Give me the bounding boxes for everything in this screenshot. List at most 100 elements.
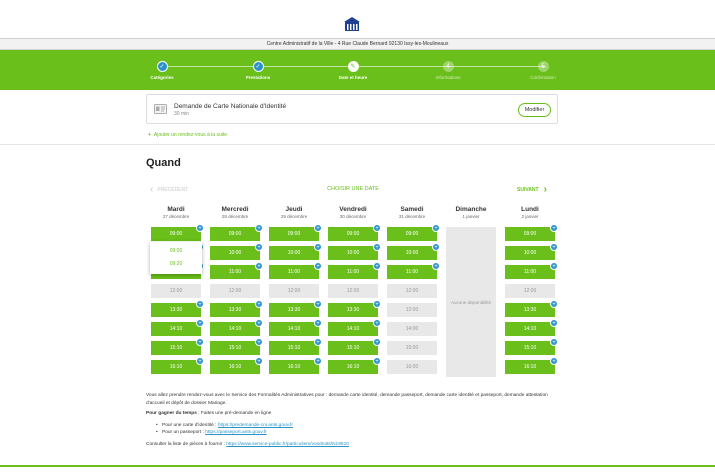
id-card-icon — [154, 104, 167, 114]
expand-plus-icon[interactable]: + — [314, 319, 322, 327]
time-slot-unavailable: 12:00 — [505, 284, 555, 298]
expand-plus-icon[interactable]: + — [550, 319, 558, 327]
expand-plus-icon[interactable]: + — [314, 224, 322, 232]
time-slot-button[interactable]: 09:00 + — [505, 224, 558, 241]
time-slot-button[interactable]: 15:10 + — [328, 338, 381, 355]
time-slot-button[interactable]: 11:00 + — [387, 262, 440, 279]
expand-plus-icon[interactable]: + — [550, 338, 558, 346]
time-slot-button[interactable]: 16:10 + — [210, 357, 263, 374]
step-label: Informations — [435, 75, 461, 80]
expand-plus-icon[interactable]: + — [255, 338, 263, 346]
slot-time: 12:00 — [405, 288, 419, 294]
step-label: Date et heure — [338, 75, 368, 80]
time-slot-button[interactable]: 09:00 + — [387, 224, 440, 241]
expand-plus-icon[interactable]: + — [314, 357, 322, 365]
time-slot-button[interactable]: 09:00 + — [269, 224, 322, 241]
time-slot-button[interactable]: 09:00 + — [210, 224, 263, 241]
slot-time: 14:10 — [523, 326, 537, 332]
time-slot-button[interactable]: 15:10 + — [269, 338, 322, 355]
slot-time: 12:00 — [228, 288, 242, 294]
time-slot-button[interactable]: 11:00 + — [269, 262, 322, 279]
expand-plus-icon[interactable]: + — [432, 262, 440, 270]
info-section: Vous allez prendre rendez-vous avec le S… — [146, 392, 566, 451]
time-slot-button[interactable]: 14:10 + — [505, 319, 558, 336]
expand-plus-icon[interactable]: + — [373, 338, 381, 346]
time-slot-button[interactable]: 14:10 + — [151, 319, 204, 336]
time-option[interactable]: 09:20 — [150, 258, 202, 271]
expand-plus-icon[interactable]: + — [255, 224, 263, 232]
time-slot-button[interactable]: 10:00 + — [505, 243, 558, 260]
time-slot-button[interactable]: 14:10 + — [210, 319, 263, 336]
time-slot-button[interactable]: 13:30 + — [151, 300, 204, 317]
time-slot-button[interactable]: 13:30 + — [328, 300, 381, 317]
time-slot-button[interactable]: 16:10 + — [328, 357, 381, 374]
passport-link[interactable]: https://passeport.ants.gouv.fr — [205, 430, 267, 435]
slot-time: 10:00 — [287, 250, 301, 256]
expand-plus-icon[interactable]: + — [550, 357, 558, 365]
time-slot-button[interactable]: 10:00 + — [210, 243, 263, 260]
previous-button[interactable]: ‹ PRÉCÉDENT — [150, 184, 188, 195]
step-prestations[interactable]: ✓ Prestations — [218, 61, 298, 80]
expand-plus-icon[interactable]: + — [196, 338, 204, 346]
expand-plus-icon[interactable]: + — [314, 243, 322, 251]
expand-plus-icon[interactable]: + — [373, 300, 381, 308]
expand-plus-icon[interactable]: + — [550, 243, 558, 251]
time-option[interactable]: 09:00 — [150, 245, 202, 258]
slot-time: 12:00 — [346, 288, 360, 294]
expand-plus-icon[interactable]: + — [255, 319, 263, 327]
time-slot-button[interactable]: 10:00 + — [269, 243, 322, 260]
chevron-left-icon: ‹ — [150, 184, 154, 195]
time-slot-button[interactable]: 10:00 + — [387, 243, 440, 260]
expand-plus-icon[interactable]: + — [373, 357, 381, 365]
time-slot-button[interactable]: 13:30 + — [210, 300, 263, 317]
time-slot-button[interactable]: 15:10 + — [151, 338, 204, 355]
expand-plus-icon[interactable]: + — [373, 262, 381, 270]
expand-plus-icon[interactable]: + — [196, 319, 204, 327]
time-slot-button[interactable]: 16:10 + — [269, 357, 322, 374]
expand-plus-icon[interactable]: + — [196, 300, 204, 308]
expand-plus-icon[interactable]: + — [255, 262, 263, 270]
time-slot-button[interactable]: 16:10 + — [505, 357, 558, 374]
expand-plus-icon[interactable]: + — [255, 243, 263, 251]
time-slot-button[interactable]: 14:10 + — [269, 319, 322, 336]
time-slot-button[interactable]: 15:10 + — [505, 338, 558, 355]
slot-time: 16:10 — [346, 364, 360, 370]
expand-plus-icon[interactable]: + — [373, 243, 381, 251]
time-slot-button[interactable]: 11:00 + — [210, 262, 263, 279]
pieces-link[interactable]: https://www.service-public.fr/particulie… — [226, 442, 349, 447]
time-slot-button[interactable]: 10:00 + — [328, 243, 381, 260]
expand-plus-icon[interactable]: + — [432, 243, 440, 251]
expand-plus-icon[interactable]: + — [255, 300, 263, 308]
time-slot-button[interactable]: 16:10 + — [151, 357, 204, 374]
expand-plus-icon[interactable]: + — [550, 224, 558, 232]
time-slot-button[interactable]: 14:10 + — [328, 319, 381, 336]
expand-plus-icon[interactable]: + — [314, 338, 322, 346]
expand-plus-icon[interactable]: + — [373, 319, 381, 327]
expand-plus-icon[interactable]: + — [550, 300, 558, 308]
time-slot-button[interactable]: 11:00 + — [328, 262, 381, 279]
expand-plus-icon[interactable]: + — [373, 224, 381, 232]
step-categories[interactable]: ✓ Catégories — [122, 61, 202, 80]
time-slot-button[interactable]: 15:10 + — [210, 338, 263, 355]
expand-plus-icon[interactable]: + — [314, 262, 322, 270]
cni-link[interactable]: https://predemande-cni.ants.gouv.fr — [218, 423, 293, 428]
expand-plus-icon[interactable]: + — [196, 357, 204, 365]
time-slot-button[interactable]: 13:30 + — [505, 300, 558, 317]
expand-plus-icon[interactable]: + — [550, 262, 558, 270]
expand-plus-icon[interactable]: + — [432, 224, 440, 232]
expand-plus-icon[interactable]: + — [255, 357, 263, 365]
next-button[interactable]: SUIVANT › — [517, 184, 547, 195]
time-slot-button[interactable]: 09:00 + — [328, 224, 381, 241]
add-appointment-link[interactable]: + Ajouter un rendez-vous à la suite — [148, 132, 227, 138]
time-slot-button[interactable]: 13:30 + — [269, 300, 322, 317]
address-bar: Centre Administratif de la Ville - 4 Rue… — [0, 38, 715, 50]
choose-date-button[interactable]: CHOISIR UNE DATE — [320, 186, 386, 192]
check-icon: ✓ — [156, 61, 168, 72]
day-date: 1 janvier — [462, 214, 480, 219]
modify-button[interactable]: Modifier — [518, 103, 551, 117]
time-slot-button[interactable]: 09:00 + — [151, 224, 204, 241]
time-slot-unavailable: 12:00 — [328, 284, 378, 298]
expand-plus-icon[interactable]: + — [196, 224, 204, 232]
time-slot-button[interactable]: 11:00 + — [505, 262, 558, 279]
expand-plus-icon[interactable]: + — [314, 300, 322, 308]
